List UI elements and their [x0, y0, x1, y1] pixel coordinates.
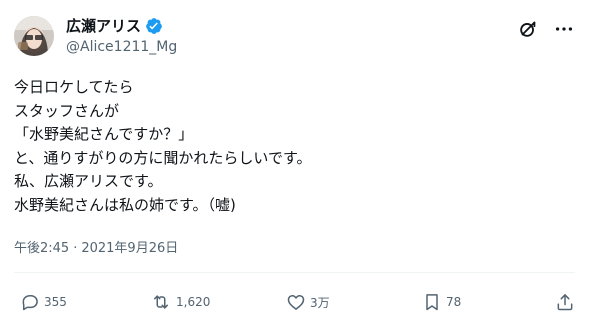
author-info: 広瀬アリス @Alice1211_Mg	[66, 15, 177, 57]
verified-badge-icon	[145, 17, 163, 35]
avatar[interactable]	[14, 16, 54, 56]
action-bar: 355 1,620 3万 78	[14, 290, 575, 314]
tweet-line: 私、広瀬アリスです。	[14, 172, 163, 190]
more-icon[interactable]	[553, 18, 575, 40]
heart-icon	[286, 292, 306, 312]
timestamp-separator: ·	[73, 241, 78, 256]
tweet-line: スタッフさんが	[14, 101, 120, 120]
tweet-date: 2021年9月26日	[81, 241, 179, 256]
like-button[interactable]: 3万	[286, 292, 330, 312]
share-button[interactable]	[555, 292, 575, 312]
retweet-button[interactable]: 1,620	[150, 292, 210, 312]
bookmark-icon	[422, 292, 442, 312]
like-count: 3万	[310, 295, 330, 310]
tweet-timestamp[interactable]: 午後2:45 · 2021年9月26日	[14, 240, 178, 258]
tweet-line: と、通りすがりの方に聞かれたらしいです。	[14, 148, 312, 167]
share-icon	[555, 292, 575, 312]
grok-icon[interactable]	[517, 18, 539, 40]
reply-count: 355	[44, 295, 67, 309]
tweet-time: 午後2:45	[14, 241, 70, 256]
divider	[14, 272, 575, 273]
tweet-header: 広瀬アリス @Alice1211_Mg	[14, 12, 575, 62]
tweet-text: 今日ロケしてたら スタッフさんが 「水野美紀さんですか？」 と、通りすがりの方に…	[14, 76, 575, 217]
bookmark-count: 78	[446, 295, 462, 309]
reply-icon	[20, 292, 40, 312]
reply-button[interactable]: 355	[20, 292, 67, 312]
header-actions	[517, 18, 575, 40]
retweet-count: 1,620	[176, 295, 211, 309]
tweet-line: 「水野美紀さんですか？」	[14, 125, 194, 143]
display-name[interactable]: 広瀬アリス	[66, 16, 141, 36]
display-name-row: 広瀬アリス	[66, 15, 177, 36]
bookmark-button[interactable]: 78	[422, 292, 461, 312]
tweet-card: 広瀬アリス @Alice1211_Mg 今日ロケしてたら スタッフさんが 「水野…	[0, 0, 589, 320]
tweet-line: 今日ロケしてたら	[14, 78, 134, 96]
tweet-line: 水野美紀さんは私の姉です。（嘘)	[14, 195, 236, 214]
avatar-image	[14, 16, 54, 56]
author-handle[interactable]: @Alice1211_Mg	[66, 37, 177, 57]
retweet-icon	[150, 292, 172, 312]
